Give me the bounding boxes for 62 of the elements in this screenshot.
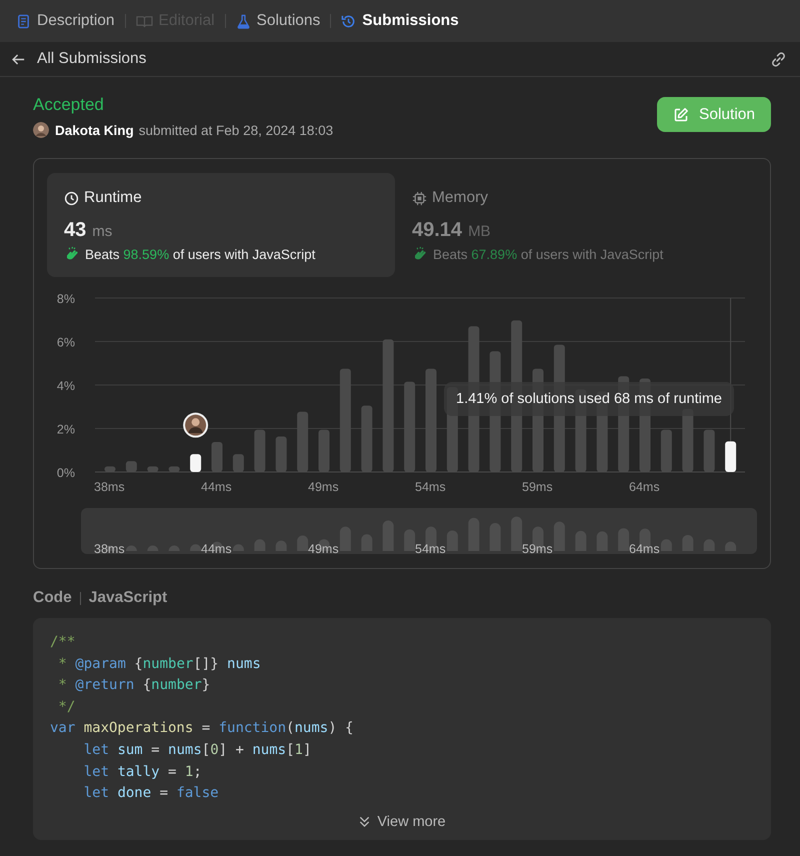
x-axis-label: 49ms bbox=[308, 542, 339, 554]
code-line: * @param {number[]} nums bbox=[57, 654, 262, 674]
tab[interactable]: Description bbox=[16, 12, 115, 30]
x-axis-label: 64ms bbox=[629, 480, 660, 494]
code-label: Code bbox=[33, 589, 72, 607]
language-label: JavaScript bbox=[88, 589, 168, 607]
clapping-hand-icon bbox=[412, 246, 428, 262]
back-arrow-icon bbox=[11, 52, 26, 66]
user-avatar bbox=[183, 412, 208, 438]
y-axis-label: 4% bbox=[56, 379, 75, 393]
metric-card[interactable]: Runtime 43 ms Beats 98.59% of users with JavaScript bbox=[47, 173, 395, 277]
code-line: * @return {number} bbox=[57, 676, 212, 696]
edit-icon bbox=[672, 106, 689, 122]
x-axis-label: 38ms bbox=[94, 542, 125, 554]
history-icon bbox=[341, 14, 356, 28]
book-icon bbox=[136, 14, 153, 28]
chip-icon bbox=[412, 190, 427, 206]
metric-label: Runtime bbox=[84, 189, 142, 207]
metric-label: Memory bbox=[432, 189, 488, 207]
metric-card[interactable]: Memory 49.14 MB Beats 67.89% of users with JavaScript bbox=[395, 173, 743, 277]
y-axis-label: 6% bbox=[56, 336, 75, 350]
link-icon[interactable] bbox=[769, 50, 788, 68]
chart-bar[interactable] bbox=[190, 454, 202, 472]
x-axis-label: 38ms bbox=[94, 480, 125, 494]
double-chevron-down-icon bbox=[358, 815, 372, 828]
x-axis-label: 54ms bbox=[415, 542, 446, 554]
metric-value: 49.14 bbox=[412, 219, 462, 242]
user-name[interactable]: Dakota King bbox=[55, 122, 134, 138]
metric-unit: MB bbox=[468, 223, 491, 240]
code-line: let tally = 1; bbox=[82, 762, 203, 782]
clock-icon bbox=[64, 190, 79, 206]
code-line: /** bbox=[50, 633, 76, 652]
clapping-hand-icon bbox=[64, 246, 80, 262]
back-link[interactable]: All Submissions bbox=[11, 50, 146, 68]
submitted-time: submitted at Feb 28, 2024 18:03 bbox=[138, 122, 334, 138]
chart-bar[interactable] bbox=[725, 441, 736, 472]
code-line: */ bbox=[57, 698, 76, 717]
tab[interactable]: Submissions bbox=[341, 12, 459, 30]
flask-icon bbox=[236, 14, 251, 28]
x-axis-label: 64ms bbox=[629, 542, 660, 554]
chart-tooltip: 1.41% of solutions used 68 ms of runtime bbox=[444, 382, 734, 416]
code-line: let sum = nums[0] + nums[1] bbox=[82, 740, 312, 760]
code-line: let done = false bbox=[82, 784, 220, 804]
code-line: var maxOperations = function(nums) { bbox=[50, 719, 354, 738]
x-axis-label: 49ms bbox=[308, 480, 339, 494]
metric-unit: ms bbox=[92, 223, 112, 240]
beats-text: Beats 67.89% of users with JavaScript bbox=[433, 246, 664, 262]
y-axis-label: 8% bbox=[56, 292, 75, 306]
metric-value: 43 bbox=[64, 219, 86, 242]
x-axis-label: 44ms bbox=[201, 480, 232, 494]
document-icon bbox=[16, 14, 31, 28]
y-axis-label: 0% bbox=[56, 466, 75, 480]
x-axis-label: 54ms bbox=[415, 480, 446, 494]
view-more-link[interactable]: View more bbox=[352, 814, 452, 830]
tab[interactable]: Solutions bbox=[236, 12, 320, 30]
status-text: Accepted bbox=[33, 95, 105, 115]
y-axis-label: 2% bbox=[56, 422, 75, 436]
beats-text: Beats 98.59% of users with JavaScript bbox=[85, 246, 316, 262]
x-axis-label: 59ms bbox=[522, 542, 553, 554]
x-axis-label: 59ms bbox=[522, 480, 553, 494]
user-avatar bbox=[33, 122, 49, 138]
x-axis-label: 44ms bbox=[201, 542, 232, 554]
